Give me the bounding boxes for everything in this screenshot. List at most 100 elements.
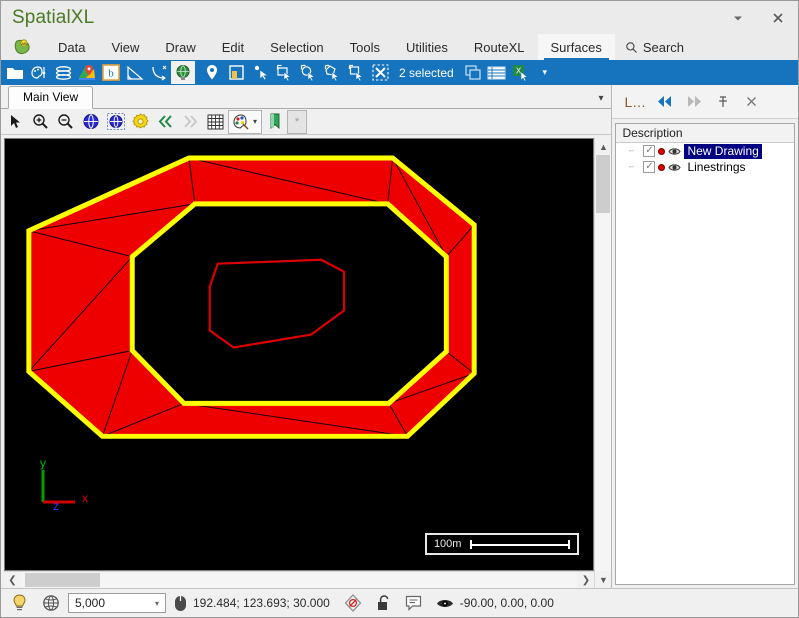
export-excel-button[interactable]: X xyxy=(509,61,533,84)
open-folder-button[interactable] xyxy=(3,61,27,84)
layer-visibility-checkbox[interactable]: ✓ xyxy=(643,161,656,173)
search-button[interactable]: Search xyxy=(615,34,696,60)
hscroll-thumb[interactable] xyxy=(25,573,100,587)
eye-icon[interactable] xyxy=(668,162,682,173)
layers-pin-button[interactable] xyxy=(709,89,737,115)
view-settings-button[interactable] xyxy=(128,110,153,134)
scroll-left-button[interactable]: ❮ xyxy=(4,572,21,588)
menu-item-data[interactable]: Data xyxy=(45,34,98,60)
view-toolbar: ▾ * xyxy=(1,109,612,135)
color-palette-button[interactable]: ▾ xyxy=(228,109,262,134)
grid-toggle-button[interactable] xyxy=(203,110,228,134)
measure-angle-icon xyxy=(127,65,144,80)
zoom-out-button[interactable] xyxy=(53,110,78,134)
table-view-button[interactable] xyxy=(485,61,509,84)
minimize-button[interactable] xyxy=(718,1,758,34)
layer-label: Linestrings xyxy=(687,159,746,174)
circle-select-button[interactable] xyxy=(296,61,320,84)
layer-visibility-checkbox[interactable]: ✓ xyxy=(643,145,656,157)
snap-toggle-button[interactable] xyxy=(338,591,368,616)
previous-view-button[interactable] xyxy=(153,110,178,134)
open-folder-icon xyxy=(7,67,23,79)
svg-text:y: y xyxy=(40,458,46,470)
next-view-button[interactable] xyxy=(178,110,203,134)
layers-next-button[interactable] xyxy=(680,89,708,115)
table-view-icon xyxy=(487,66,506,79)
chevron-down-icon: ▾ xyxy=(252,117,257,126)
scale-combo-box[interactable]: 5,000 ▾ xyxy=(68,593,166,613)
vscroll-thumb[interactable] xyxy=(596,155,611,213)
scroll-right-button[interactable]: ❯ xyxy=(577,572,594,588)
search-label: Search xyxy=(642,39,685,55)
pointer-tool-button[interactable] xyxy=(3,110,28,134)
layer-row-linestrings[interactable]: ┈ ✓ Linestrings xyxy=(616,159,794,175)
zoom-extents-button[interactable] xyxy=(78,110,103,134)
selection-status-label: 2 selected xyxy=(399,65,454,80)
lock-toggle-button[interactable] xyxy=(370,591,397,616)
eye-icon[interactable] xyxy=(668,146,682,157)
tab-main-view[interactable]: Main View xyxy=(8,86,94,109)
scroll-down-button[interactable]: ▼ xyxy=(595,571,612,588)
menu-item-utilities[interactable]: Utilities xyxy=(393,34,461,60)
curve-tool-button[interactable] xyxy=(147,61,171,84)
menu-bar: AB Data View Draw Edit Selection Tools U… xyxy=(1,34,798,60)
bookmark-button[interactable] xyxy=(262,110,287,134)
layers-close-button[interactable] xyxy=(738,89,766,115)
menu-label: Edit xyxy=(221,39,245,55)
close-button[interactable] xyxy=(758,1,798,34)
place-marker-button[interactable] xyxy=(200,61,224,84)
wireframe-globe-button[interactable] xyxy=(36,591,66,616)
tab-overflow-button[interactable]: ▾ xyxy=(598,93,603,104)
tip-button[interactable] xyxy=(5,591,34,616)
point-select-button[interactable] xyxy=(248,61,272,84)
view-tab-strip: Main View ▾ xyxy=(1,85,612,109)
zoom-in-button[interactable] xyxy=(28,110,53,134)
layers-prev-button[interactable] xyxy=(651,89,679,115)
globe-icon xyxy=(176,65,190,80)
bing-maps-button[interactable]: b xyxy=(99,61,123,84)
clear-selection-button[interactable] xyxy=(368,61,392,84)
layer-color-swatch[interactable] xyxy=(658,163,666,171)
layer-row-new-drawing[interactable]: ┈ ✓ New Drawing xyxy=(616,143,794,159)
area-select-button[interactable] xyxy=(224,61,248,84)
canvas-horizontal-scrollbar[interactable]: ❮ ❯ xyxy=(4,571,595,588)
palette-settings-button[interactable] xyxy=(27,61,51,84)
menu-item-surfaces[interactable]: Surfaces xyxy=(537,34,615,60)
menu-item-routexl[interactable]: RouteXL xyxy=(461,34,538,60)
app-logo-button[interactable]: AB xyxy=(1,34,45,60)
menu-label: View xyxy=(111,39,140,55)
menu-item-edit[interactable]: Edit xyxy=(209,34,257,60)
copy-selection-icon xyxy=(465,65,481,80)
toolbar-overflow-button[interactable]: ▾ xyxy=(533,61,557,84)
grid-toggle-icon xyxy=(207,114,224,129)
globe-button[interactable] xyxy=(171,61,195,84)
menu-item-tools[interactable]: Tools xyxy=(337,34,393,60)
vscroll-track[interactable] xyxy=(595,155,612,571)
rectangle-select-button[interactable] xyxy=(272,61,296,84)
menu-item-draw[interactable]: Draw xyxy=(152,34,208,60)
app-title: SpatialXL xyxy=(12,6,95,28)
double-chevron-right-icon xyxy=(687,96,701,107)
map-canvas[interactable]: y x z 100m xyxy=(4,138,595,571)
layer-color-swatch[interactable] xyxy=(658,147,666,155)
measure-angle-button[interactable] xyxy=(123,61,147,84)
zoom-selection-button[interactable] xyxy=(103,110,128,134)
comment-button[interactable] xyxy=(399,591,428,616)
canvas-vertical-scrollbar[interactable]: ▲ ▼ xyxy=(594,138,612,588)
layers-button[interactable] xyxy=(51,61,75,84)
application-window: SpatialXL AB Data View Draw Edit Selecti… xyxy=(0,0,799,618)
map-pin-button[interactable] xyxy=(75,61,99,84)
hscroll-track[interactable] xyxy=(21,572,578,588)
layer-label: New Drawing xyxy=(684,143,762,159)
unlock-icon xyxy=(377,595,389,610)
scroll-up-button[interactable]: ▲ xyxy=(595,138,612,155)
scale-bar: 100m xyxy=(424,533,580,555)
box-select-button[interactable] xyxy=(344,61,368,84)
polygon-select-button[interactable] xyxy=(320,61,344,84)
layers-tree: Description ┈ ✓ New Drawing ┈ ✓ Linestri… xyxy=(615,123,795,585)
menu-item-view[interactable]: View xyxy=(98,34,152,60)
menu-item-selection[interactable]: Selection xyxy=(257,34,336,60)
favorite-button[interactable]: * xyxy=(287,109,307,134)
copy-selection-button[interactable] xyxy=(461,61,485,84)
surface-drawing xyxy=(26,155,477,439)
